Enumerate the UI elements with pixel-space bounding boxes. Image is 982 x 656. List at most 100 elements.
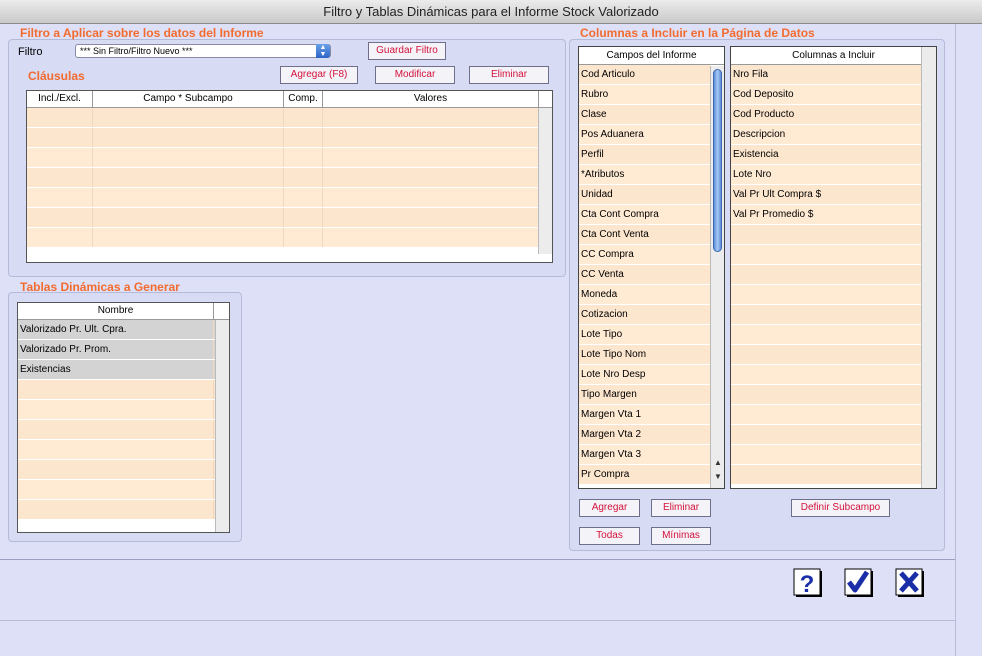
modify-clause-button[interactable]: Modificar: [375, 66, 455, 84]
list-item[interactable]: [731, 285, 921, 305]
list-item[interactable]: [731, 385, 921, 405]
list-item[interactable]: Tipo Margen: [579, 385, 710, 405]
table-row[interactable]: [27, 148, 552, 168]
included-scrollbar[interactable]: [921, 47, 936, 488]
pivot-table[interactable]: Nombre Valorizado Pr. Ult. Cpra. Valoriz…: [17, 302, 230, 533]
list-item[interactable]: [731, 445, 921, 465]
list-item[interactable]: Val Pr Promedio $: [731, 205, 921, 225]
list-item[interactable]: Margen Vta 3: [579, 445, 710, 465]
table-row[interactable]: [27, 128, 552, 148]
included-list-header: Columnas a Incluir: [731, 47, 936, 65]
col-nombre[interactable]: Nombre: [18, 303, 214, 319]
table-row[interactable]: [27, 168, 552, 188]
list-item[interactable]: [731, 225, 921, 245]
list-item[interactable]: Margen Vta 1: [579, 405, 710, 425]
col-valores[interactable]: Valores: [323, 91, 539, 107]
updown-arrows-icon: ▲ ▼: [316, 44, 330, 58]
table-row[interactable]: [27, 208, 552, 228]
all-columns-button[interactable]: Todas: [579, 527, 640, 545]
list-item[interactable]: [731, 465, 921, 485]
list-item[interactable]: Descripcion: [731, 125, 921, 145]
list-item[interactable]: [731, 425, 921, 445]
list-item[interactable]: Val Pr Ult Compra $: [731, 185, 921, 205]
list-item[interactable]: Cod Deposito: [731, 85, 921, 105]
table-row[interactable]: [18, 420, 229, 440]
list-item[interactable]: Rubro: [579, 85, 710, 105]
pivot-item: Valorizado Pr. Ult. Cpra.: [18, 320, 214, 339]
fields-scroll-thumb[interactable]: [713, 69, 722, 252]
add-column-button[interactable]: Agregar: [579, 499, 640, 517]
table-row[interactable]: [27, 188, 552, 208]
list-item[interactable]: Perfil: [579, 145, 710, 165]
fields-list[interactable]: Campos del Informe Cod Articulo Rubro Clas…: [578, 46, 725, 489]
list-item[interactable]: Cod Producto: [731, 105, 921, 125]
list-item[interactable]: Clase: [579, 105, 710, 125]
table-row[interactable]: [18, 460, 229, 480]
ok-button[interactable]: [844, 568, 874, 598]
clauses-table[interactable]: Incl./Excl. Campo * Subcampo Comp. Valor…: [26, 90, 553, 263]
svg-text:?: ?: [800, 571, 815, 598]
list-item[interactable]: Lote Nro: [731, 165, 921, 185]
list-item[interactable]: Existencia: [731, 145, 921, 165]
table-row[interactable]: [18, 440, 229, 460]
filter-label: Filtro: [18, 46, 43, 58]
list-item[interactable]: Cod Articulo: [579, 65, 710, 85]
list-item[interactable]: Margen Vta 2: [579, 425, 710, 445]
list-item[interactable]: [731, 345, 921, 365]
included-list[interactable]: Columnas a Incluir Nro Fila Cod Deposito C…: [730, 46, 937, 489]
list-item[interactable]: CC Compra: [579, 245, 710, 265]
list-item[interactable]: [731, 265, 921, 285]
table-row[interactable]: Existencias: [18, 360, 229, 380]
list-item[interactable]: Pr Compra: [579, 465, 710, 485]
list-item[interactable]: [731, 405, 921, 425]
list-item[interactable]: Unidad: [579, 185, 710, 205]
x-icon: [895, 568, 924, 597]
clauses-title: Cláusulas: [28, 69, 85, 83]
cancel-button[interactable]: [895, 568, 925, 598]
clauses-scrollbar[interactable]: [538, 108, 552, 254]
list-item[interactable]: Cta Cont Compra: [579, 205, 710, 225]
list-item[interactable]: Nro Fila: [731, 65, 921, 85]
table-row[interactable]: [18, 400, 229, 420]
filter-select-value: *** Sin Filtro/Filtro Nuevo ***: [80, 46, 193, 56]
scroll-up-arrow-icon[interactable]: ▲: [711, 457, 724, 469]
table-row[interactable]: [27, 228, 552, 248]
table-row[interactable]: [27, 108, 552, 128]
list-item[interactable]: Moneda: [579, 285, 710, 305]
table-row[interactable]: [18, 500, 229, 520]
remove-column-button[interactable]: Eliminar: [651, 499, 711, 517]
fields-scrollbar[interactable]: ▲ ▼: [710, 66, 724, 488]
table-row[interactable]: Valorizado Pr. Prom.: [18, 340, 229, 360]
delete-clause-button[interactable]: Eliminar: [469, 66, 549, 84]
pivot-scrollbar[interactable]: [215, 320, 229, 532]
window-title: Filtro y Tablas Dinámicas para el Inform…: [0, 0, 982, 24]
list-item[interactable]: [731, 325, 921, 345]
fields-list-header: Campos del Informe: [579, 47, 724, 65]
list-item[interactable]: Cotizacion: [579, 305, 710, 325]
list-item[interactable]: Cta Cont Venta: [579, 225, 710, 245]
table-row[interactable]: Valorizado Pr. Ult. Cpra.: [18, 320, 229, 340]
col-incl-excl[interactable]: Incl./Excl.: [27, 91, 93, 107]
save-filter-button[interactable]: Guardar Filtro: [368, 42, 446, 60]
filter-select[interactable]: *** Sin Filtro/Filtro Nuevo *** ▲ ▼: [75, 44, 331, 58]
list-item[interactable]: [731, 245, 921, 265]
list-item[interactable]: [731, 305, 921, 325]
question-icon: ?: [793, 568, 822, 598]
col-comp[interactable]: Comp.: [284, 91, 323, 107]
help-button[interactable]: ?: [793, 568, 823, 598]
list-item[interactable]: Lote Nro Desp: [579, 365, 710, 385]
minimal-columns-button[interactable]: Mínimas: [651, 527, 711, 545]
add-clause-button[interactable]: Agregar (F8): [280, 66, 358, 84]
list-item[interactable]: Lote Tipo: [579, 325, 710, 345]
list-item[interactable]: Pos Aduanera: [579, 125, 710, 145]
col-campo-subcampo[interactable]: Campo * Subcampo: [93, 91, 284, 107]
list-item[interactable]: *Atributos: [579, 165, 710, 185]
list-item[interactable]: [731, 365, 921, 385]
table-row[interactable]: [18, 380, 229, 400]
list-item[interactable]: Lote Tipo Nom: [579, 345, 710, 365]
table-row[interactable]: [18, 480, 229, 500]
define-subfield-button[interactable]: Definir Subcampo: [791, 499, 890, 517]
pivot-section-title: Tablas Dinámicas a Generar: [20, 280, 180, 294]
list-item[interactable]: CC Venta: [579, 265, 710, 285]
scroll-down-arrow-icon[interactable]: ▼: [711, 471, 724, 483]
